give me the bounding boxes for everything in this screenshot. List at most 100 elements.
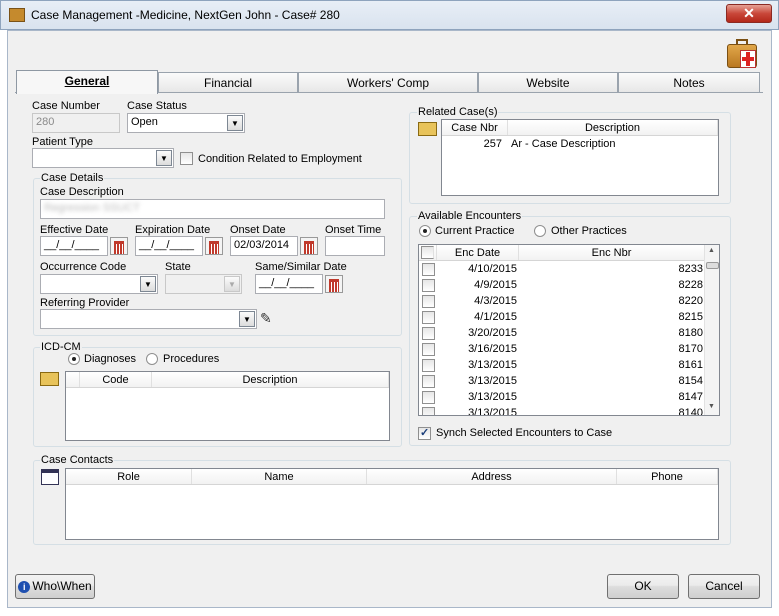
scroll-up-arrow[interactable]: ▲ <box>708 247 715 254</box>
patient-type-select[interactable]: ▼ <box>32 148 174 168</box>
close-button[interactable]: ✕ <box>726 4 772 23</box>
table-row[interactable]: 4/10/2015 8233 <box>419 261 705 277</box>
onset-date-label: Onset Date <box>230 224 286 236</box>
col-code[interactable]: Code <box>80 372 152 387</box>
case-number-field: 280 <box>32 113 120 133</box>
row-checkbox[interactable] <box>422 343 435 356</box>
table-row[interactable]: 257 Ar - Case Description <box>442 136 718 152</box>
folder-open-icon[interactable] <box>418 122 437 136</box>
enc-nbr-cell: 8215 <box>678 311 703 323</box>
table-row[interactable]: 3/13/2015 8147 <box>419 389 705 405</box>
contacts-grid[interactable]: Role Name Address Phone <box>65 468 719 540</box>
title-bar: Case Management -Medicine, NextGen John … <box>0 0 779 30</box>
calendar-icon[interactable] <box>325 275 343 293</box>
row-checkbox[interactable] <box>422 279 435 292</box>
row-checkbox[interactable] <box>422 391 435 404</box>
expiration-date-label: Expiration Date <box>135 224 211 236</box>
who-when-button[interactable]: i Who\When <box>15 574 95 599</box>
row-checkbox[interactable] <box>422 407 435 415</box>
folder-open-icon[interactable] <box>40 372 59 386</box>
notepad-icon[interactable] <box>41 469 59 485</box>
condition-employment-checkbox[interactable] <box>180 152 193 165</box>
row-checkbox[interactable] <box>422 375 435 388</box>
tab-general[interactable]: General <box>16 70 158 94</box>
onset-date-field[interactable]: 02/03/2014 <box>230 236 298 256</box>
case-description-field[interactable]: Regression SSUCT <box>40 199 385 219</box>
tab-financial[interactable]: Financial <box>158 72 298 92</box>
calendar-icon[interactable] <box>205 237 223 255</box>
table-row[interactable]: 4/3/2015 8220 <box>419 293 705 309</box>
enc-date-cell: 3/16/2015 <box>468 343 517 355</box>
grid-scrollbar[interactable]: ▲ ▼ <box>704 245 719 415</box>
cancel-button[interactable]: Cancel <box>688 574 760 599</box>
encounters-grid-header: Enc Date Enc Nbr <box>419 245 705 261</box>
case-status-value: Open <box>131 116 158 128</box>
tab-website[interactable]: Website <box>478 72 618 92</box>
occurrence-code-select[interactable]: ▼ <box>40 274 158 294</box>
enc-nbr-cell: 8140 <box>678 407 703 416</box>
table-row[interactable]: 4/1/2015 8215 <box>419 309 705 325</box>
enc-nbr-cell: 8154 <box>678 375 703 387</box>
state-label: State <box>165 261 191 273</box>
onset-time-field[interactable] <box>325 236 385 256</box>
related-cases-grid[interactable]: Case Nbr Description 257 Ar - Case Descr… <box>441 119 719 196</box>
other-practices-radio[interactable] <box>534 225 546 237</box>
calendar-icon[interactable] <box>110 237 128 255</box>
expiration-date-field[interactable]: __/__/____ <box>135 236 203 256</box>
col-description[interactable]: Description <box>508 120 718 135</box>
procedures-radio[interactable] <box>146 353 158 365</box>
table-row[interactable]: 4/9/2015 8228 <box>419 277 705 293</box>
icd-cm-label: ICD-CM <box>40 341 82 353</box>
enc-nbr-cell: 8161 <box>678 359 703 371</box>
enc-nbr-cell: 8233 <box>678 263 703 275</box>
tab-workers-comp[interactable]: Workers' Comp <box>298 72 478 92</box>
chevron-down-icon: ▼ <box>224 276 240 292</box>
select-all-checkbox[interactable] <box>421 246 434 259</box>
synch-encounters-label: Synch Selected Encounters to Case <box>436 427 613 439</box>
flashlight-icon[interactable]: ✎ <box>260 310 272 327</box>
col-description[interactable]: Description <box>152 372 389 387</box>
col-enc-date[interactable]: Enc Date <box>437 245 519 260</box>
diagnoses-radio[interactable] <box>68 353 80 365</box>
calendar-icon[interactable] <box>300 237 318 255</box>
table-row[interactable]: 3/13/2015 8140 <box>419 405 705 416</box>
ok-button[interactable]: OK <box>607 574 679 599</box>
row-checkbox[interactable] <box>422 327 435 340</box>
synch-encounters-checkbox[interactable] <box>418 426 431 440</box>
table-row[interactable]: 3/13/2015 8161 <box>419 357 705 373</box>
chevron-down-icon[interactable]: ▼ <box>239 311 255 327</box>
table-row[interactable]: 3/16/2015 8170 <box>419 341 705 357</box>
same-similar-date-field[interactable]: __/__/____ <box>255 274 323 294</box>
select-all-cell[interactable] <box>419 245 437 260</box>
scroll-down-arrow[interactable]: ▼ <box>708 403 715 410</box>
row-checkbox[interactable] <box>422 295 435 308</box>
referring-provider-label: Referring Provider <box>40 297 130 309</box>
chevron-down-icon[interactable]: ▼ <box>227 115 243 131</box>
col-name[interactable]: Name <box>192 469 367 484</box>
row-checkbox[interactable] <box>422 359 435 372</box>
row-checkbox[interactable] <box>422 263 435 276</box>
encounters-grid[interactable]: Enc Date Enc Nbr 4/10/2015 8233 4/9/2015 82… <box>418 244 720 416</box>
effective-date-field[interactable]: __/__/____ <box>40 236 108 256</box>
current-practice-radio[interactable] <box>419 225 431 237</box>
row-checkbox[interactable] <box>422 311 435 324</box>
col-role[interactable]: Role <box>66 469 192 484</box>
col-case-nbr[interactable]: Case Nbr <box>442 120 508 135</box>
chevron-down-icon[interactable]: ▼ <box>140 276 156 292</box>
table-row[interactable]: 3/20/2015 8180 <box>419 325 705 341</box>
scroll-thumb[interactable] <box>706 262 719 269</box>
col-phone[interactable]: Phone <box>617 469 718 484</box>
tab-notes[interactable]: Notes <box>618 72 760 92</box>
enc-nbr-cell: 8180 <box>678 327 703 339</box>
table-row[interactable]: 3/13/2015 8154 <box>419 373 705 389</box>
case-status-select[interactable]: Open ▼ <box>127 113 245 133</box>
col-enc-nbr[interactable]: Enc Nbr <box>519 245 705 260</box>
icd-grid[interactable]: Code Description <box>65 371 390 441</box>
chevron-down-icon[interactable]: ▼ <box>156 150 172 166</box>
case-number-label: Case Number <box>32 100 100 112</box>
col-address[interactable]: Address <box>367 469 617 484</box>
referring-provider-select[interactable]: ▼ <box>40 309 257 329</box>
onset-time-label: Onset Time <box>325 224 382 236</box>
medical-briefcase-icon[interactable] <box>727 38 759 70</box>
enc-date-cell: 4/9/2015 <box>474 279 517 291</box>
